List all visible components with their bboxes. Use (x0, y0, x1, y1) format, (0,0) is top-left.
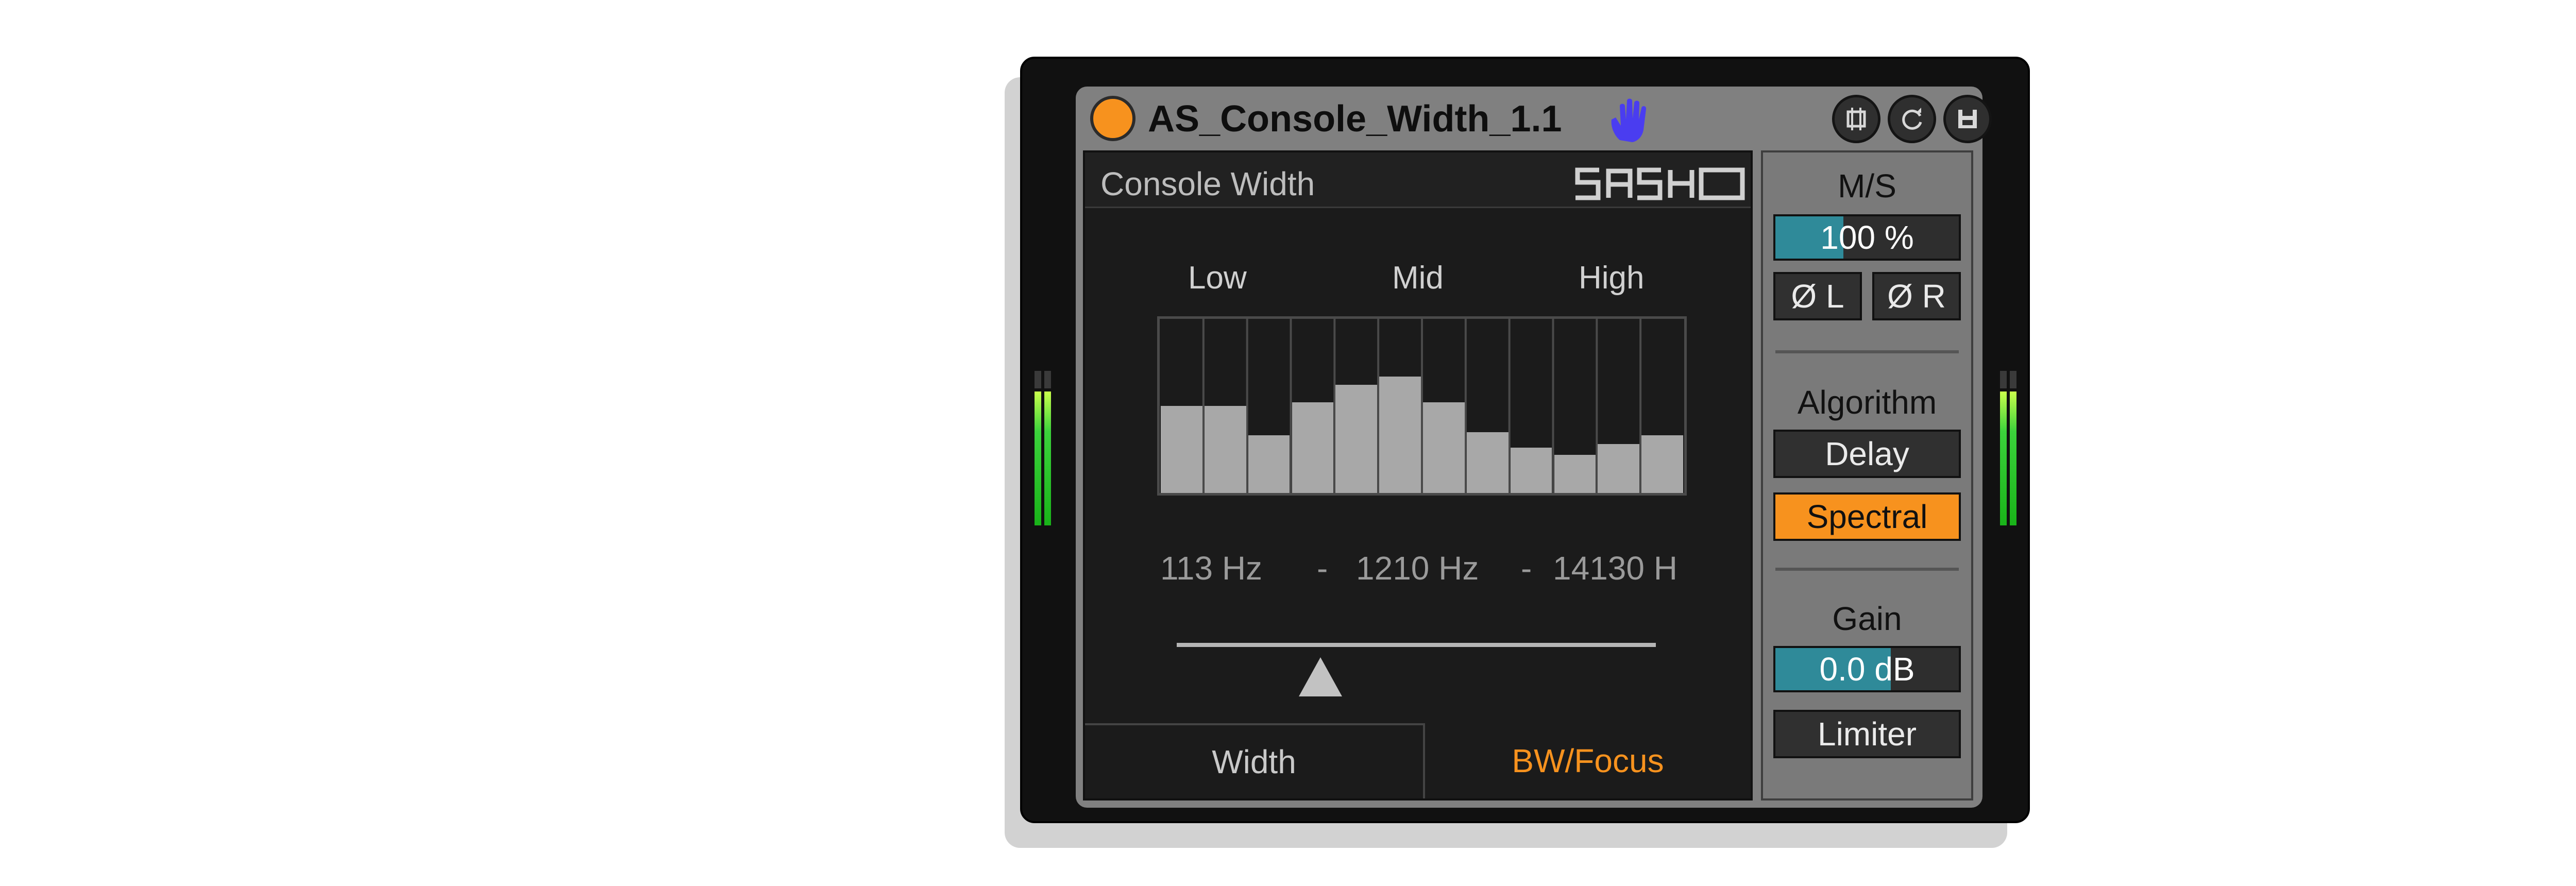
width-band-bar[interactable] (1510, 448, 1552, 493)
band-high-label: High (1579, 260, 1645, 296)
focus-slider-track[interactable] (1177, 643, 1656, 647)
width-band-bar[interactable] (1598, 444, 1640, 493)
phase-right-button[interactable]: Ø R (1872, 272, 1961, 320)
freq-separator: - (1317, 550, 1328, 587)
ms-amount-value: 100 % (1820, 219, 1914, 256)
view-tabs: Width BW/Focus (1085, 723, 1751, 803)
gain-value: 0.0 dB (1819, 651, 1915, 688)
panel-header: Console Width (1085, 152, 1751, 208)
tab-bw-focus[interactable]: BW/Focus (1425, 723, 1751, 798)
device-title-bar: AS_Console_Width_1.1 (1076, 87, 1992, 150)
save-button[interactable] (1943, 95, 1992, 143)
ms-amount-box[interactable]: 100 % (1773, 214, 1961, 261)
width-band-bar[interactable] (1335, 385, 1378, 493)
width-band-bar[interactable] (1248, 435, 1290, 493)
band-low-label: Low (1188, 260, 1247, 296)
freq-mid-value: 1210 Hz (1356, 550, 1479, 587)
tab-width[interactable]: Width (1085, 723, 1425, 798)
gain-label: Gain (1832, 600, 1902, 637)
spectral-button[interactable]: Spectral (1773, 492, 1961, 541)
width-multislider[interactable] (1157, 316, 1687, 496)
reload-icon (1902, 108, 1922, 130)
save-icon (1958, 110, 1977, 128)
device-title: AS_Console_Width_1.1 (1148, 98, 1562, 140)
width-band-bar[interactable] (1466, 432, 1509, 493)
ms-label: M/S (1838, 167, 1896, 205)
power-icon[interactable] (1090, 96, 1136, 141)
freq-low-value: 113 Hz (1160, 550, 1263, 587)
algorithm-label: Algorithm (1797, 384, 1937, 421)
gain-box[interactable]: 0.0 dB (1773, 646, 1961, 692)
width-band-bar[interactable] (1292, 402, 1334, 493)
band-mid-label: Mid (1392, 260, 1444, 296)
output-level-meter (2000, 371, 2016, 525)
freq-high-value: 14130 H (1553, 550, 1677, 587)
device-panel: AS_Console_Width_1.1 Console Width Low M… (1076, 87, 1992, 808)
phase-left-button[interactable]: Ø L (1773, 272, 1862, 320)
freeze-button[interactable] (1832, 95, 1880, 143)
freq-separator: - (1521, 550, 1532, 587)
reload-button[interactable] (1888, 95, 1936, 143)
hand-icon (1611, 98, 1647, 142)
width-band-bar[interactable] (1204, 406, 1246, 493)
console-width-panel: Console Width Low Mid High 113 Hz - 1210… (1083, 150, 1753, 800)
width-band-bar[interactable] (1641, 435, 1683, 493)
control-panel: M/S 100 % Ø L Ø R Algorithm Delay Spectr… (1761, 150, 1973, 800)
limiter-button[interactable]: Limiter (1773, 710, 1961, 758)
width-band-bar[interactable] (1161, 406, 1202, 493)
width-band-bar[interactable] (1554, 454, 1596, 493)
brand-logo (1575, 167, 1745, 200)
width-band-bar[interactable] (1379, 376, 1421, 493)
input-level-meter (1035, 371, 1051, 525)
divider (1775, 568, 1959, 571)
divider (1775, 350, 1959, 353)
freeze-icon (1846, 108, 1866, 130)
width-band-bar[interactable] (1423, 402, 1465, 493)
focus-slider-handle[interactable] (1299, 657, 1342, 696)
panel-title: Console Width (1100, 165, 1315, 202)
delay-button[interactable]: Delay (1773, 430, 1961, 478)
